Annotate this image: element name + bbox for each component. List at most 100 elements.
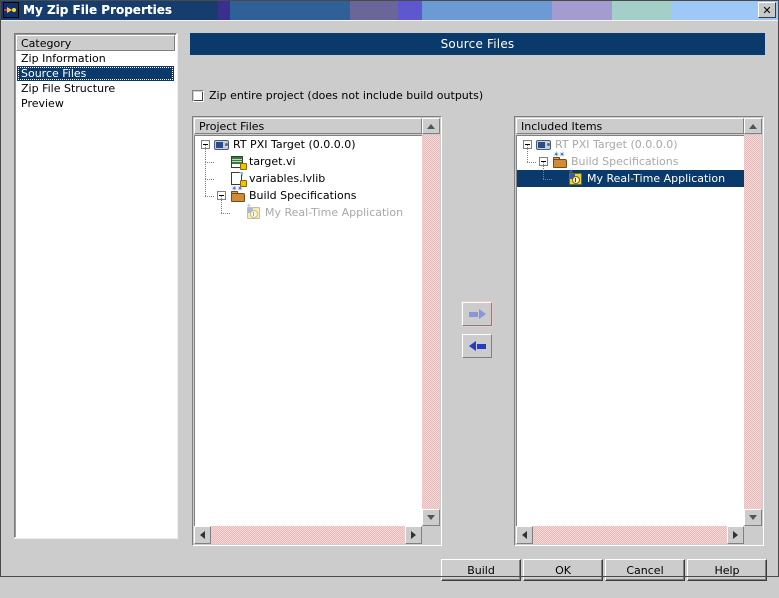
zip-entire-project-checkbox[interactable]: [192, 89, 204, 102]
tree-row[interactable]: ✴✴ Build Specifications: [517, 150, 744, 170]
real-time-application-icon: ✴: [246, 202, 262, 220]
help-button-label: Help: [714, 563, 740, 577]
vscroll-down-button[interactable]: [422, 509, 440, 526]
included-items-header: Included Items: [516, 118, 744, 134]
included-items-tree[interactable]: RT PXI Target (0.0.0.0) ✴✴ Build Specifica…: [516, 135, 744, 526]
build-specifications-icon: ✴✴: [552, 150, 568, 169]
tree-row-label: RT PXI Target (0.0.0.0): [555, 138, 678, 151]
sidebar-item-zip-information[interactable]: Zip Information: [17, 51, 174, 66]
tree-connector-line: [527, 162, 536, 163]
zip-entire-project-label: Zip entire project (does not include bui…: [209, 89, 484, 102]
tree-row[interactable]: RT PXI Target (0.0.0.0): [195, 136, 422, 153]
rt-target-icon: [214, 138, 230, 152]
vi-icon: [230, 155, 247, 170]
titlebar-segment-5: [422, 0, 552, 20]
titlebar-title-zone: My Zip File Properties: [0, 0, 172, 20]
triangle-right-icon: [733, 531, 738, 539]
tree-row[interactable]: variables.lvlib: [195, 170, 422, 187]
content-area: Source Files: [190, 33, 765, 55]
category-list[interactable]: Category Zip Information Source Files Zip …: [14, 33, 177, 538]
included-items-vertical-scrollbar[interactable]: [744, 135, 762, 526]
triangle-down-icon: [427, 515, 435, 520]
sidebar-item-label: Preview: [21, 97, 64, 110]
sidebar-item-label: Zip Information: [21, 52, 106, 65]
hscroll-left-button[interactable]: [194, 526, 211, 544]
tree-row-label: My Real-Time Application: [587, 172, 726, 185]
page-title: Source Files: [190, 33, 765, 55]
triangle-up-icon: [427, 123, 435, 129]
category-items[interactable]: Zip Information Source Files Zip File Stru…: [15, 51, 176, 111]
project-files-scroll-up-button[interactable]: [422, 118, 440, 134]
dialog-client-area: Category Zip Information Source Files Zip …: [0, 20, 779, 581]
triangle-right-icon: [411, 531, 416, 539]
arrow-right-icon: [468, 308, 486, 320]
cancel-button[interactable]: Cancel: [605, 559, 685, 581]
rt-target-icon: [536, 138, 552, 152]
build-button-label: Build: [467, 563, 495, 577]
tree-row-label: My Real-Time Application: [265, 206, 404, 219]
window-title: My Zip File Properties: [23, 3, 172, 17]
tree-connector-line: [221, 196, 222, 213]
tree-row[interactable]: ✴✴ Build Specifications: [195, 184, 422, 204]
scrollbar-corner: [744, 526, 762, 544]
tree-connector-line: [205, 162, 206, 179]
tree-connector-line: [221, 213, 230, 214]
sidebar-item-label: Source Files: [21, 67, 87, 80]
vscroll-down-button[interactable]: [744, 509, 762, 526]
sidebar-item-zip-file-structure[interactable]: Zip File Structure: [17, 81, 174, 96]
tree-connector-line: [543, 162, 544, 179]
ok-button-label: OK: [555, 563, 571, 577]
triangle-up-icon: [749, 123, 757, 129]
scrollbar-corner: [422, 526, 440, 544]
titlebar-segment-4: [398, 0, 422, 20]
sidebar-item-preview[interactable]: Preview: [17, 96, 174, 111]
included-items-scroll-up-button[interactable]: [744, 118, 762, 134]
help-button[interactable]: Help: [687, 559, 767, 581]
tree-row-label: Build Specifications: [249, 189, 357, 202]
project-files-header: Project Files: [194, 118, 422, 134]
hscroll-left-button[interactable]: [516, 526, 533, 544]
tree-connector-line: [205, 145, 206, 162]
tree-connector-line: [205, 196, 214, 197]
add-to-included-button[interactable]: [461, 301, 493, 327]
project-files-tree[interactable]: RT PXI Target (0.0.0.0) target.vi variable…: [194, 135, 422, 526]
tree-connector-line: [527, 145, 528, 162]
tree-connector-line: [543, 179, 552, 180]
hscroll-right-button[interactable]: [405, 526, 422, 544]
arrow-left-icon: [468, 340, 486, 352]
real-time-application-icon: ✴: [568, 168, 584, 186]
titlebar-segment-2: [230, 0, 350, 20]
dialog-button-bar: Build OK Cancel Help: [0, 554, 779, 598]
titlebar-segment-6: [552, 0, 612, 20]
remove-from-included-button[interactable]: [462, 334, 492, 358]
project-files-panel: Project Files RT PXI Target (0.0.0.0) tar…: [192, 116, 442, 546]
triangle-left-icon: [200, 531, 205, 539]
zip-entire-project-row[interactable]: Zip entire project (does not include bui…: [192, 89, 483, 102]
tree-row[interactable]: RT PXI Target (0.0.0.0): [517, 136, 744, 153]
titlebar-segment-7: [612, 0, 672, 20]
included-items-horizontal-scrollbar[interactable]: [516, 526, 744, 544]
tree-row-label: RT PXI Target (0.0.0.0): [233, 138, 356, 151]
tree-connector-line: [205, 179, 206, 196]
triangle-down-icon: [749, 515, 757, 520]
tree-row-label: target.vi: [249, 155, 296, 168]
tree-connector-line: [205, 162, 214, 163]
titlebar-segment-1: [218, 0, 230, 20]
labview-icon: [3, 2, 19, 18]
tree-row[interactable]: target.vi: [195, 153, 422, 170]
tree-connector-line: [205, 179, 214, 180]
project-files-horizontal-scrollbar[interactable]: [194, 526, 422, 544]
tree-row-label: variables.lvlib: [249, 172, 326, 185]
build-button[interactable]: Build: [441, 559, 521, 581]
ok-button[interactable]: OK: [523, 559, 603, 581]
close-icon[interactable]: ✕: [758, 2, 776, 18]
cancel-button-label: Cancel: [626, 563, 664, 577]
category-header: Category: [16, 35, 175, 51]
triangle-left-icon: [522, 531, 527, 539]
tree-row-label: Build Specifications: [571, 155, 679, 168]
project-files-vertical-scrollbar[interactable]: [422, 135, 440, 526]
hscroll-right-button[interactable]: [727, 526, 744, 544]
sidebar-item-label: Zip File Structure: [21, 82, 116, 95]
sidebar-item-source-files[interactable]: Source Files: [17, 66, 174, 81]
build-specifications-icon: ✴✴: [230, 184, 246, 203]
